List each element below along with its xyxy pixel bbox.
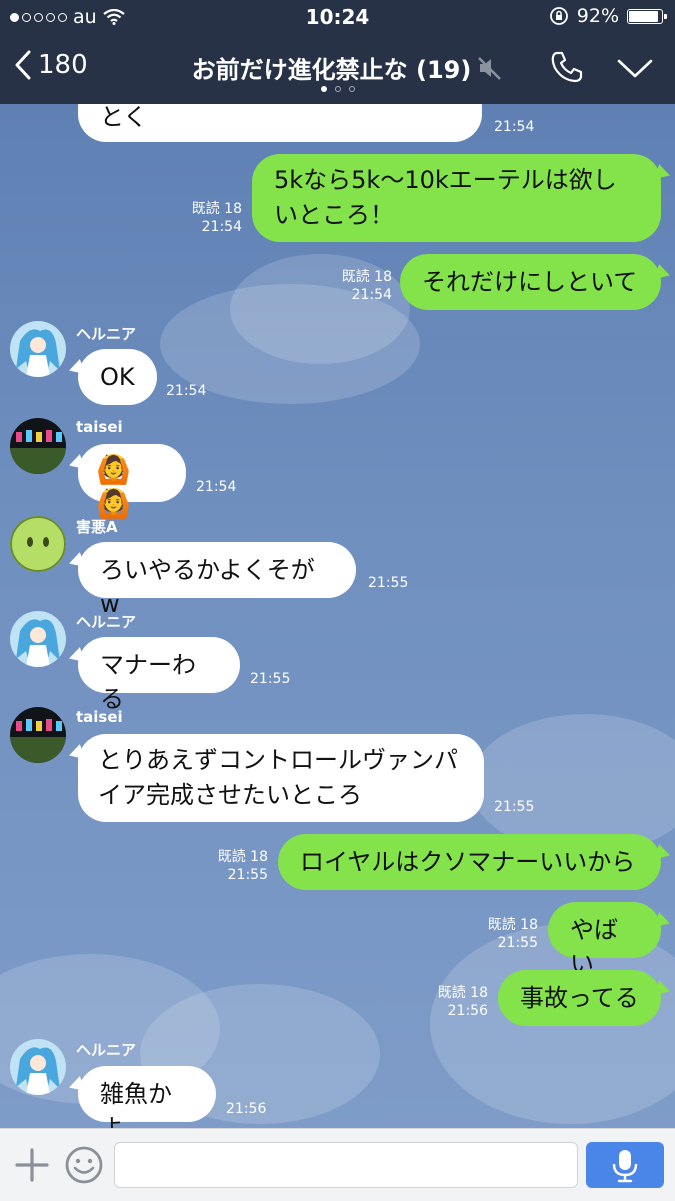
read-receipt: 既読 18 <box>217 849 268 865</box>
message-time: 21:55 <box>368 575 409 591</box>
page-indicator <box>0 86 675 92</box>
message-text: 事故ってる <box>520 984 639 1012</box>
battery-icon <box>627 8 667 24</box>
message-bubble-outgoing[interactable]: 事故ってる <box>498 970 661 1026</box>
message-bubble-outgoing[interactable]: やばい <box>548 902 661 978</box>
avatar[interactable] <box>10 1039 66 1095</box>
read-receipt: 既読 18 <box>191 201 242 217</box>
message-bubble-incoming[interactable]: 🙆🙆 <box>78 444 186 520</box>
message-meta: 既読 18 21:55 <box>206 848 268 884</box>
message-text: OK <box>100 363 135 391</box>
message-time: 21:54 <box>201 219 242 235</box>
read-receipt: 既読 18 <box>487 917 538 933</box>
message-time: 21:54 <box>351 287 392 303</box>
message-meta: 既読 18 21:54 <box>180 200 242 236</box>
message-time: 21:55 <box>250 671 291 687</box>
message-time: 21:54 <box>166 383 207 399</box>
avatar[interactable] <box>10 516 66 572</box>
message-time: 21:54 <box>196 479 237 495</box>
message-input[interactable] <box>114 1142 578 1188</box>
message-meta: 既読 18 21:56 <box>426 984 488 1020</box>
sender-name: ヘルニア <box>76 613 137 631</box>
sender-name: taisei <box>76 418 123 436</box>
plus-icon[interactable] <box>14 1147 50 1183</box>
read-receipt: 既読 18 <box>437 985 488 1001</box>
mic-button[interactable] <box>586 1142 664 1188</box>
message-text: 🙆🙆 <box>96 453 133 520</box>
mute-icon <box>478 56 502 80</box>
battery-label: 92% <box>576 5 619 27</box>
message-text-line: イア完成させたいところ <box>98 781 362 809</box>
message-text: とく <box>100 104 148 131</box>
chat-title-text: お前だけ進化禁止な (19) <box>191 56 472 84</box>
chat-area[interactable]: とく 21:54 5kなら5k〜10kエーテルは欲しいところ！ 既読 18 21… <box>0 104 675 1128</box>
sender-name: 害悪A <box>76 518 118 536</box>
message-bubble-incoming[interactable]: 雑魚かよ <box>78 1066 216 1128</box>
message-bubble-outgoing[interactable]: ロイヤルはクソマナーいいから <box>278 834 661 890</box>
message-meta: 既読 18 21:54 <box>330 268 392 304</box>
message-text-line: とりあえずコントロールヴァンパ <box>98 746 458 774</box>
top-bar: au 10:24 92% 180 お前だけ進化禁止な (19) <box>0 0 675 104</box>
message-text: マナーわる <box>100 651 196 713</box>
message-time: 21:56 <box>447 1003 488 1019</box>
message-bubble-outgoing[interactable]: それだけにしといて <box>400 254 661 310</box>
avatar[interactable] <box>10 707 66 763</box>
background-cloud <box>470 714 675 854</box>
phone-icon[interactable] <box>550 50 584 84</box>
message-bubble-incoming[interactable]: OK <box>78 349 157 405</box>
status-right: 92% <box>549 5 667 27</box>
message-time: 21:56 <box>226 1101 267 1117</box>
message-text: それだけにしといて <box>422 268 638 296</box>
message-time: 21:54 <box>494 119 535 135</box>
message-bubble-incoming[interactable]: マナーわる <box>78 637 240 713</box>
smile-icon[interactable] <box>64 1145 104 1185</box>
message-bubble-incoming[interactable]: とく <box>78 104 482 142</box>
message-text: ろいやるかよくそがw <box>100 556 315 618</box>
message-bubble-outgoing[interactable]: 5kなら5k〜10kエーテルは欲しいところ！ <box>252 154 661 242</box>
status-bar: au 10:24 92% <box>0 0 675 34</box>
sender-name: ヘルニア <box>76 1041 137 1059</box>
message-text: 5kなら5k〜10kエーテルは欲しいところ！ <box>274 166 617 229</box>
avatar[interactable] <box>10 611 66 667</box>
avatar[interactable] <box>10 418 66 474</box>
message-time: 21:55 <box>227 867 268 883</box>
message-time: 21:55 <box>497 935 538 951</box>
message-bubble-incoming[interactable]: とりあえずコントロールヴァンパ イア完成させたいところ <box>78 734 484 822</box>
sender-name: ヘルニア <box>76 325 137 343</box>
read-receipt: 既読 18 <box>341 269 392 285</box>
message-text: 雑魚かよ <box>100 1080 172 1128</box>
message-time: 21:55 <box>494 799 535 815</box>
message-text: ロイヤルはクソマナーいいから <box>300 848 636 876</box>
message-bubble-incoming[interactable]: ろいやるかよくそがw <box>78 542 356 618</box>
mic-icon <box>612 1150 638 1183</box>
message-meta: 既読 18 21:55 <box>476 916 538 952</box>
sender-name: taisei <box>76 708 123 726</box>
input-bar <box>0 1128 675 1201</box>
avatar[interactable] <box>10 321 66 377</box>
rotation-lock-icon <box>549 7 568 25</box>
chevron-down-icon[interactable] <box>616 58 654 80</box>
